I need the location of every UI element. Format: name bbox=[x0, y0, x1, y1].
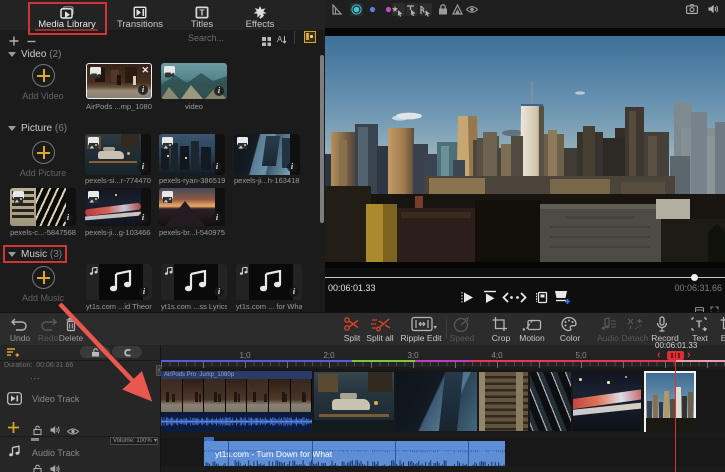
svg-text:A: A bbox=[277, 35, 283, 44]
svg-text:T: T bbox=[696, 320, 702, 331]
svg-text:T: T bbox=[199, 8, 205, 18]
